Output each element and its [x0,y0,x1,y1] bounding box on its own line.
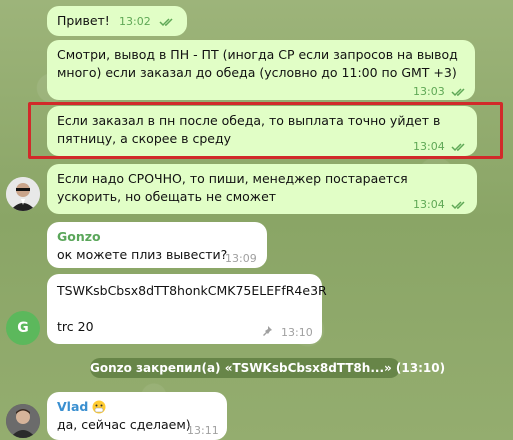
person-icon [6,177,40,211]
message-time: 13:04 [413,198,445,211]
message-outgoing[interactable]: Привет! 13:02 [47,6,187,36]
sender-row: Vlad [57,398,217,416]
message-time: 13:11 [187,424,219,437]
read-checkmarks-icon [451,88,465,97]
avatar-gonzo[interactable]: G [6,311,40,345]
message-outgoing[interactable]: Если надо СРОЧНО, то пиши, менеджер пост… [47,164,477,214]
message-text: Если надо СРОЧНО, то пиши, менеджер пост… [57,171,408,204]
message-text: TSWKsbCbsx8dTT8honkCMK75ELEFfR4e3R [57,283,327,298]
message-time: 13:03 [413,85,445,98]
pin-icon [263,326,272,336]
message-incoming[interactable]: Vlad да, сейчас сделаем) 13:11 [47,392,227,440]
message-time: 13:10 [281,326,313,339]
read-checkmarks-icon [451,201,465,210]
message-time: 13:09 [225,252,257,265]
message-time: 13:02 [119,15,151,28]
sender-name[interactable]: Gonzo [57,228,257,246]
message-text: ок можете плиз вывести? [57,247,228,262]
message-text: Привет! [57,13,110,28]
message-incoming[interactable]: TSWKsbCbsx8dTT8honkCMK75ELEFfR4e3R trc 2… [47,274,327,344]
message-outgoing[interactable]: Смотри, вывод в ПН - ПТ (иногда СР если … [47,40,475,100]
red-highlight-box [28,102,503,159]
avatar-letter: G [17,320,29,336]
message-text: да, сейчас сделаем) [57,417,191,432]
message-incoming[interactable]: Gonzo ок можете плиз вывести? 13:09 [47,222,267,268]
avatar-vlad[interactable] [6,404,40,438]
pinned-service-message[interactable]: Gonzo закрепил(а) «TSWKsbCbsx8dTT8h...» … [90,358,445,378]
read-checkmarks-icon [159,18,173,27]
message-text: trc 20 [57,319,94,334]
avatar-user[interactable] [6,177,40,211]
message-text: Смотри, вывод в ПН - ПТ (иногда СР если … [57,47,458,80]
sender-name[interactable]: Vlad [57,398,88,416]
person-icon [6,404,40,438]
emoji-status-icon [92,400,106,414]
